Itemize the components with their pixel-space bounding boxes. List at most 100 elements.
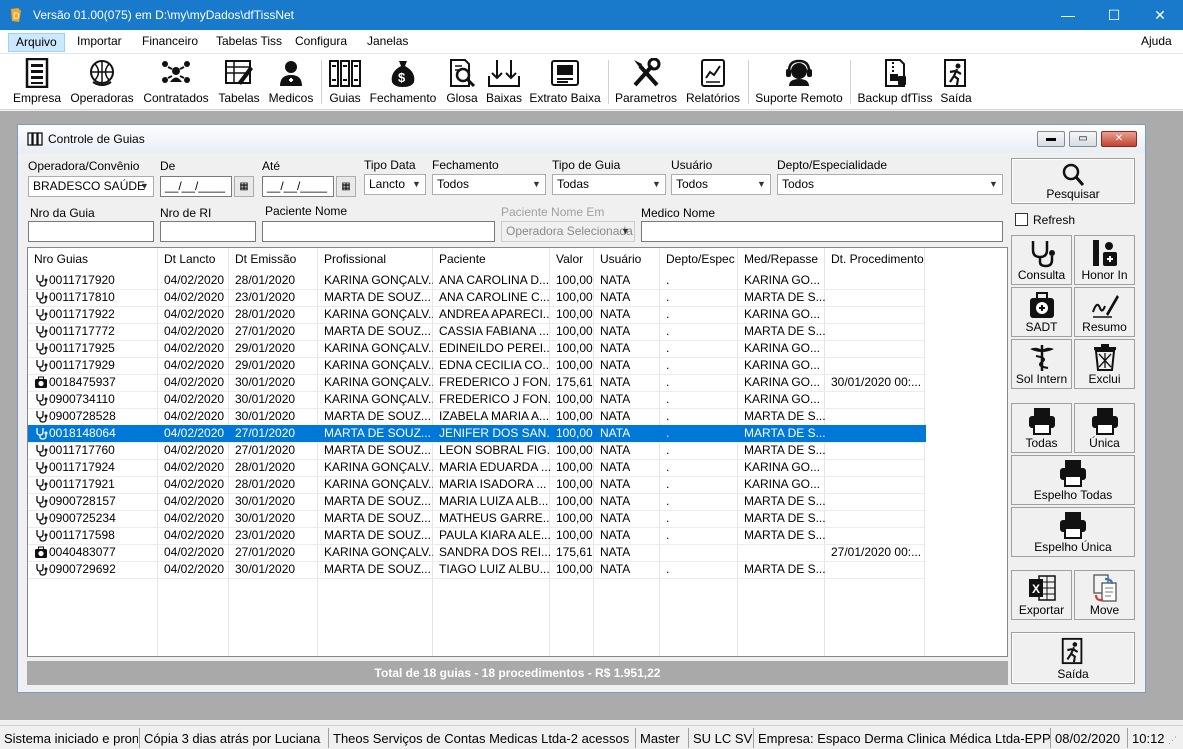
cell-usuario: NATA bbox=[600, 511, 631, 525]
table-row[interactable]: 0900729692 04/02/2020 30/01/2020 MARTA DE S… bbox=[28, 561, 926, 578]
child-close-button[interactable]: ✕ bbox=[1101, 131, 1137, 147]
tipo-data-select[interactable]: Lancto ▼ bbox=[364, 174, 426, 195]
header-col-dt-lancto[interactable]: Dt Lancto bbox=[158, 248, 229, 270]
imprimir-unica-button[interactable]: Única bbox=[1074, 403, 1135, 453]
toolbar-empresa-button[interactable]: Empresa bbox=[12, 56, 62, 108]
fechamento-select[interactable]: Todos ▼ bbox=[432, 174, 546, 195]
tipo-guia-select[interactable]: Todas ▼ bbox=[552, 174, 666, 195]
ate-calendar-button[interactable]: ▦ bbox=[336, 176, 356, 197]
fechamento-value: Todos bbox=[437, 177, 470, 191]
usuario-select[interactable]: Todos ▼ bbox=[671, 174, 771, 195]
toolbar-glosa-button[interactable]: Glosa bbox=[444, 56, 480, 108]
table-row[interactable]: 0011717921 04/02/2020 28/01/2020 KARINA GON… bbox=[28, 476, 926, 493]
honor-in-button[interactable]: Honor In bbox=[1074, 235, 1135, 285]
menu-tabelas-tiss[interactable]: Tabelas Tiss bbox=[209, 33, 289, 52]
guias-grid[interactable]: Nro Guias Dt Lancto Dt Emissão Profissional… bbox=[27, 247, 1008, 657]
consulta-button[interactable]: Consulta bbox=[1011, 235, 1072, 285]
header-col-med-repasse[interactable]: Med/Repasse bbox=[738, 248, 825, 270]
table-row[interactable]: 0900728528 04/02/2020 30/01/2020 MARTA DE S… bbox=[28, 408, 926, 425]
table-row[interactable]: 0011717924 04/02/2020 28/01/2020 KARINA GON… bbox=[28, 459, 926, 476]
cell-dt-procedimento bbox=[825, 425, 925, 442]
child-minimize-button[interactable]: ▬ bbox=[1037, 131, 1065, 147]
paciente-nome-em-label: Paciente Nome Em bbox=[501, 205, 605, 219]
toolbar-medicos-button[interactable]: Medicos bbox=[266, 56, 316, 108]
sol-intern-button[interactable]: Sol Intern bbox=[1011, 339, 1072, 389]
cell-med-repasse: MARTA DE S... bbox=[744, 562, 825, 576]
cell-dt-procedimento bbox=[825, 391, 925, 408]
table-row[interactable]: 0011717920 04/02/2020 28/01/2020 KARINA GON… bbox=[28, 272, 926, 289]
table-row[interactable]: 0011717925 04/02/2020 29/01/2020 KARINA GON… bbox=[28, 340, 926, 357]
table-row[interactable]: 0018475937 04/02/2020 30/01/2020 KARINA GON… bbox=[28, 374, 926, 391]
minimize-button[interactable]: — bbox=[1045, 0, 1091, 30]
tipo-guia-value: Todas bbox=[557, 177, 590, 191]
toolbar-tabelas-button[interactable]: Tabelas bbox=[216, 56, 262, 108]
de-calendar-button[interactable]: ▦ bbox=[234, 176, 254, 197]
depto-select[interactable]: Todos ▼ bbox=[777, 174, 1003, 195]
toolbar-operadoras-button[interactable]: Operadoras bbox=[68, 56, 136, 108]
medico-nome-input[interactable] bbox=[641, 221, 1003, 242]
header-col-usuario[interactable]: Usuário bbox=[594, 248, 660, 270]
header-col-nro-guias[interactable]: Nro Guias bbox=[28, 248, 158, 270]
sadt-button[interactable]: SADT bbox=[1011, 287, 1072, 337]
header-col-dt-procedimento[interactable]: Dt. Procedimento bbox=[825, 248, 925, 270]
toolbar-extrato-baixa-button[interactable]: Extrato Baixa bbox=[528, 56, 602, 108]
pesquisar-button[interactable]: Pesquisar bbox=[1011, 158, 1135, 204]
table-row[interactable]: 0040483077 04/02/2020 27/01/2020 KARINA GON… bbox=[28, 544, 926, 561]
toolbar-relatorios-button[interactable]: Relatórios bbox=[684, 56, 742, 108]
cell-valor: 100,00 bbox=[556, 273, 593, 287]
ate-date-input[interactable]: __/__/____ bbox=[262, 176, 334, 197]
honor-in-label: Honor In bbox=[1081, 268, 1128, 282]
close-button[interactable]: ✕ bbox=[1137, 0, 1183, 30]
table-row[interactable]: 0011717810 04/02/2020 23/01/2020 MARTA DE S… bbox=[28, 289, 926, 306]
menu-configura[interactable]: Configura bbox=[288, 33, 354, 52]
cell-med-repasse: MARTA DE S... bbox=[744, 426, 825, 440]
operadora-select[interactable]: BRADESCO SAÚDE ▼ bbox=[28, 176, 154, 197]
espelho-todas-button[interactable]: Espelho Todas bbox=[1011, 455, 1135, 505]
toolbar-contratados-button[interactable]: Contratados bbox=[140, 56, 212, 108]
move-button[interactable]: Move bbox=[1074, 570, 1135, 620]
toolbar-backup-button[interactable]: Backup dfTiss bbox=[856, 56, 934, 108]
toolbar-parametros-button[interactable]: Parametros bbox=[614, 56, 678, 108]
table-row[interactable]: 0011717922 04/02/2020 28/01/2020 KARINA GON… bbox=[28, 306, 926, 323]
saida-button[interactable]: Saída bbox=[1011, 632, 1135, 684]
maximize-button[interactable]: ☐ bbox=[1091, 0, 1137, 30]
toolbar-suporte-remoto-button[interactable]: Suporte Remoto bbox=[752, 56, 846, 108]
table-row[interactable]: 0011717760 04/02/2020 27/01/2020 MARTA DE S… bbox=[28, 442, 926, 459]
header-col-depto[interactable]: Depto/Espec bbox=[660, 248, 738, 270]
menu-financeiro[interactable]: Financeiro bbox=[135, 33, 205, 52]
toolbar-saida-button[interactable]: Saída bbox=[938, 56, 974, 108]
toolbar-baixas-button[interactable]: Baixas bbox=[484, 56, 524, 108]
exportar-button[interactable]: X Exportar bbox=[1011, 570, 1072, 620]
exclui-button[interactable]: Exclui bbox=[1074, 339, 1135, 389]
table-row[interactable]: 0900728157 04/02/2020 30/01/2020 MARTA DE S… bbox=[28, 493, 926, 510]
child-restore-button[interactable]: ▭ bbox=[1069, 131, 1097, 147]
table-row[interactable]: 0900734110 04/02/2020 30/01/2020 KARINA GON… bbox=[28, 391, 926, 408]
espelho-unica-button[interactable]: Espelho Única bbox=[1011, 507, 1135, 557]
cell-usuario: NATA bbox=[600, 426, 631, 440]
menu-importar[interactable]: Importar bbox=[70, 33, 129, 52]
menu-arquivo[interactable]: Arquivo bbox=[8, 33, 65, 52]
table-row[interactable]: 0011717772 04/02/2020 27/01/2020 MARTA DE S… bbox=[28, 323, 926, 340]
header-col-profissional[interactable]: Profissional bbox=[318, 248, 433, 270]
imprimir-todas-button[interactable]: Todas bbox=[1011, 403, 1072, 453]
paciente-nome-em-select[interactable]: Operadora Selecionada ▼ bbox=[501, 221, 635, 242]
paciente-nome-input[interactable] bbox=[262, 221, 495, 242]
header-col-valor[interactable]: Valor bbox=[550, 248, 594, 270]
cell-med-repasse: KARINA GO... bbox=[744, 375, 821, 389]
toolbar-guias-button[interactable]: Guias bbox=[326, 56, 364, 108]
table-row[interactable]: 0900725234 04/02/2020 30/01/2020 MARTA DE S… bbox=[28, 510, 926, 527]
resize-grip-icon[interactable]: ⋰ bbox=[1168, 735, 1177, 746]
header-col-paciente[interactable]: Paciente bbox=[433, 248, 550, 270]
toolbar-fechamento-button[interactable]: $ Fechamento bbox=[368, 56, 438, 108]
menu-ajuda[interactable]: Ajuda bbox=[1134, 33, 1179, 52]
table-row[interactable]: 0011717929 04/02/2020 29/01/2020 KARINA GON… bbox=[28, 357, 926, 374]
nro-guia-input[interactable] bbox=[28, 221, 154, 242]
refresh-checkbox[interactable] bbox=[1015, 213, 1028, 226]
header-col-dt-emissao[interactable]: Dt Emissão bbox=[229, 248, 318, 270]
menu-janelas[interactable]: Janelas bbox=[360, 33, 415, 52]
resumo-button[interactable]: Resumo bbox=[1074, 287, 1135, 337]
table-row-selected[interactable]: 0018148064 04/02/2020 27/01/2020 MARTA DE S… bbox=[28, 425, 926, 442]
de-date-input[interactable]: __/__/____ bbox=[160, 176, 232, 197]
table-row[interactable]: 0011717598 04/02/2020 23/01/2020 MARTA DE S… bbox=[28, 527, 926, 544]
nro-ri-input[interactable] bbox=[160, 221, 256, 242]
